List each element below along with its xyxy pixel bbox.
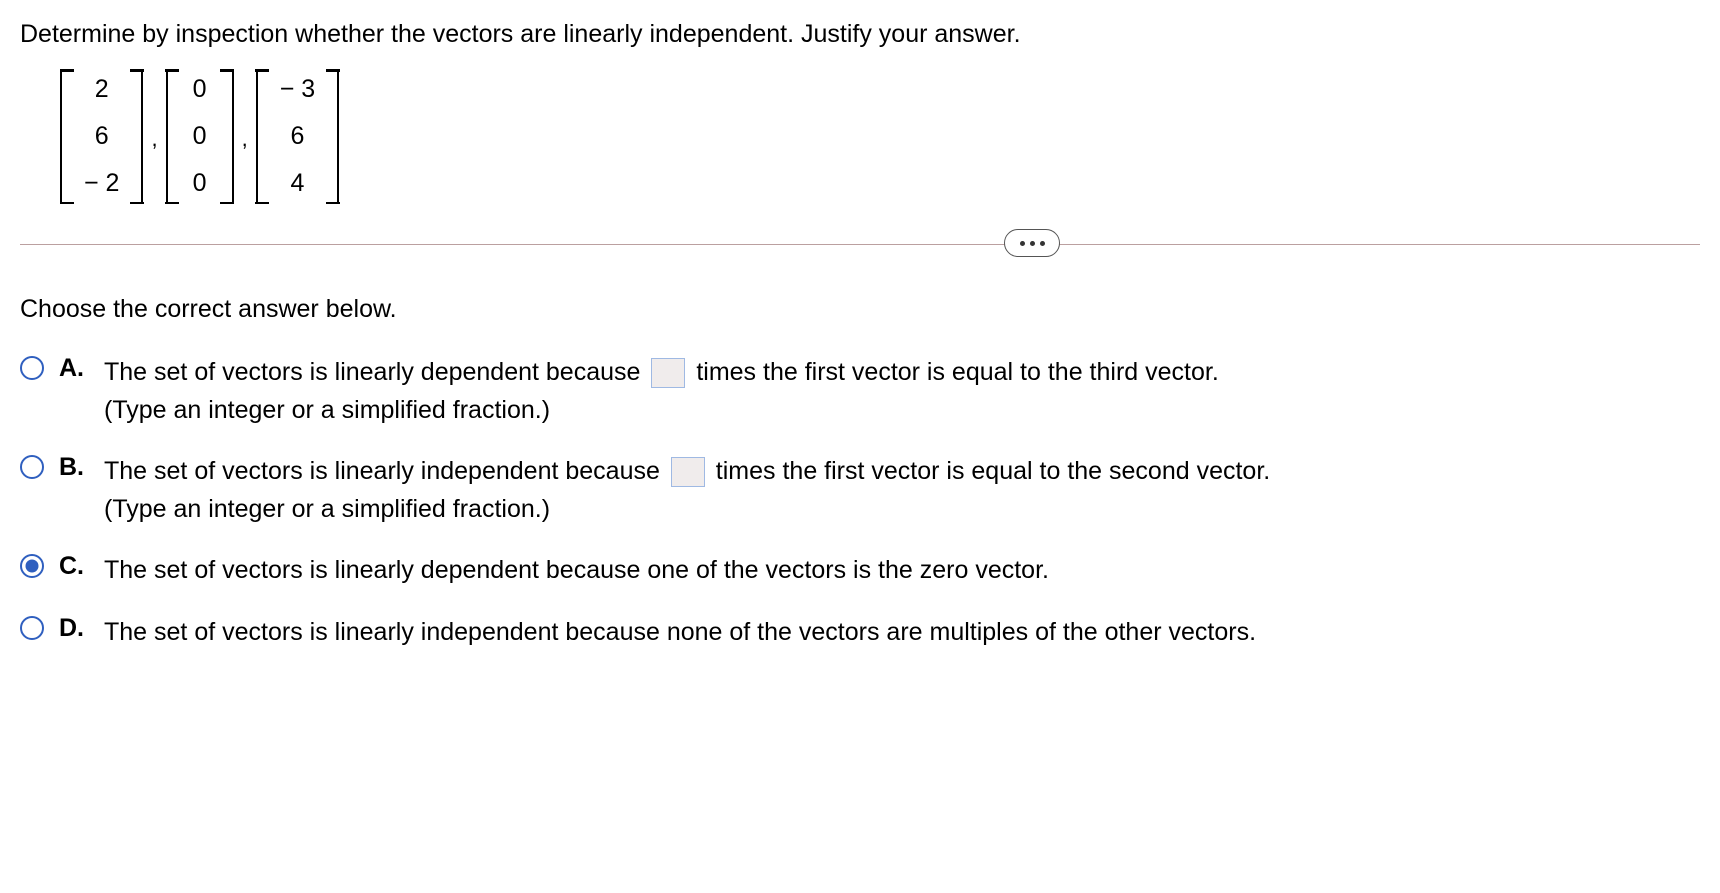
option-c: C. The set of vectors is linearly depend… (20, 552, 1700, 590)
option-b-letter: B. (59, 453, 89, 482)
option-b-text-after: times the first vector is equal to the s… (709, 457, 1270, 485)
option-b: B. The set of vectors is linearly indepe… (20, 453, 1700, 528)
vector-3-content: − 3 6 4 (270, 69, 325, 204)
option-d-body: The set of vectors is linearly independe… (104, 614, 1256, 652)
radio-c[interactable] (20, 554, 44, 578)
option-a: A. The set of vectors is linearly depend… (20, 354, 1700, 429)
vector-2-r1: 0 (190, 77, 210, 102)
option-c-letter: C. (59, 552, 89, 581)
vector-2: 0 0 0 (166, 69, 234, 204)
prompt-text: Choose the correct answer below. (20, 295, 1700, 324)
vector-3-r2: 6 (280, 124, 315, 149)
radio-b[interactable] (20, 455, 44, 479)
option-a-text-after: times the first vector is equal to the t… (689, 358, 1218, 386)
option-a-text-before: The set of vectors is linearly dependent… (104, 358, 647, 386)
vector-2-content: 0 0 0 (180, 69, 220, 204)
separator: , (151, 126, 157, 152)
vector-1-r3: − 2 (84, 171, 119, 196)
vector-2-r3: 0 (190, 171, 210, 196)
bracket-right (129, 69, 143, 204)
vector-3-r1: − 3 (280, 77, 315, 102)
dot-icon (1030, 241, 1035, 246)
option-a-letter: A. (59, 354, 89, 383)
option-b-text-before: The set of vectors is linearly independe… (104, 457, 667, 485)
dot-icon (1020, 241, 1025, 246)
vector-1: 2 6 − 2 (60, 69, 143, 204)
divider-container (20, 244, 1700, 245)
radio-d[interactable] (20, 616, 44, 640)
vector-1-r1: 2 (84, 77, 119, 102)
vector-2-r2: 0 (190, 124, 210, 149)
bracket-right (220, 69, 234, 204)
option-d-letter: D. (59, 614, 89, 643)
option-c-body: The set of vectors is linearly dependent… (104, 552, 1049, 590)
option-b-body: The set of vectors is linearly independe… (104, 453, 1270, 528)
divider-line (20, 244, 1700, 245)
bracket-left (166, 69, 180, 204)
radio-a[interactable] (20, 356, 44, 380)
vector-3: − 3 6 4 (256, 69, 339, 204)
option-b-input[interactable] (671, 457, 705, 487)
option-a-hint: (Type an integer or a simplified fractio… (104, 392, 1219, 430)
option-c-text: The set of vectors is linearly dependent… (104, 556, 1049, 584)
vectors-row: 2 6 − 2 , 0 0 0 , − 3 6 4 (60, 69, 1700, 204)
option-a-input[interactable] (651, 358, 685, 388)
bracket-left (60, 69, 74, 204)
separator: , (242, 126, 248, 152)
option-d-text: The set of vectors is linearly independe… (104, 618, 1256, 646)
vector-3-r3: 4 (280, 171, 315, 196)
bracket-right (325, 69, 339, 204)
bracket-left (256, 69, 270, 204)
options-group: A. The set of vectors is linearly depend… (20, 354, 1700, 651)
dot-icon (1040, 241, 1045, 246)
vector-1-content: 2 6 − 2 (74, 69, 129, 204)
option-a-body: The set of vectors is linearly dependent… (104, 354, 1219, 429)
option-d: D. The set of vectors is linearly indepe… (20, 614, 1700, 652)
more-options-button[interactable] (1004, 229, 1060, 257)
question-text: Determine by inspection whether the vect… (20, 20, 1700, 49)
option-b-hint: (Type an integer or a simplified fractio… (104, 491, 1270, 529)
vector-1-r2: 6 (84, 124, 119, 149)
